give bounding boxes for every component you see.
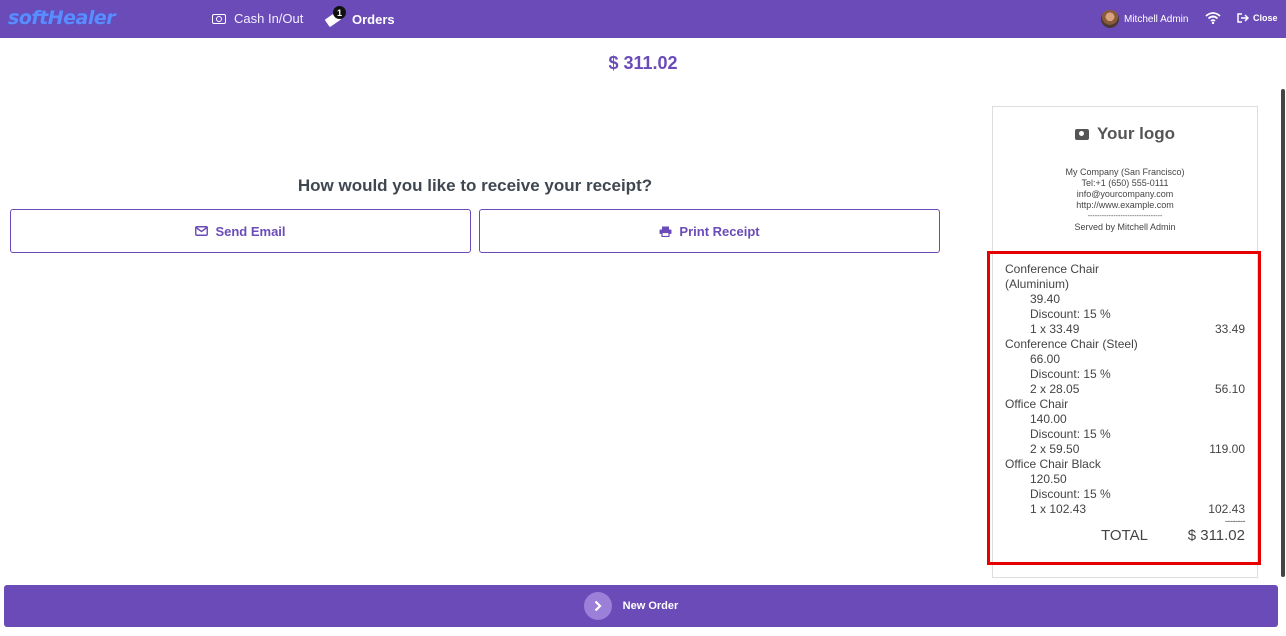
close-label: Close xyxy=(1253,13,1278,23)
receipt-question: How would you like to receive your recei… xyxy=(297,176,653,195)
orders-label: Orders xyxy=(352,11,395,27)
send-email-label: Send Email xyxy=(215,223,286,239)
user-name: Mitchell Admin xyxy=(1124,13,1189,25)
camera-icon xyxy=(1074,128,1089,140)
company-name: My Company (San Francisco) xyxy=(1065,167,1185,177)
sign-out-icon xyxy=(1237,13,1249,23)
company-phone: Tel:+1 (650) 555-0111 xyxy=(1081,178,1169,188)
brand-logo: softHealer xyxy=(8,7,116,29)
payment-amount: $ 311.02 xyxy=(608,53,678,73)
orders-button[interactable]: 1 Orders xyxy=(324,6,395,28)
cash-in-out-label: Cash In/Out xyxy=(234,11,304,26)
company-separator: -------------------------------- xyxy=(1087,213,1163,220)
highlight-box xyxy=(987,251,1261,565)
close-button[interactable]: Close xyxy=(1237,13,1278,23)
company-website: http://www.example.com xyxy=(1076,200,1174,210)
wifi-icon xyxy=(1205,12,1221,24)
logo-text: Your logo xyxy=(1096,124,1176,143)
scrollbar[interactable] xyxy=(1281,89,1285,577)
user-menu[interactable]: Mitchell Admin xyxy=(1101,10,1188,28)
avatar xyxy=(1101,10,1119,28)
printer-icon xyxy=(659,226,672,237)
company-email: info@yourcompany.com xyxy=(1076,189,1174,199)
send-email-button[interactable]: Send Email xyxy=(10,209,471,253)
receipt-logo: Your logo xyxy=(993,124,1257,144)
print-receipt-button[interactable]: Print Receipt xyxy=(479,209,940,253)
money-icon xyxy=(212,13,226,24)
company-info: My Company (San Francisco) Tel:+1 (650) … xyxy=(993,167,1257,233)
chevron-right-icon xyxy=(583,592,612,620)
envelope-icon xyxy=(195,226,209,236)
new-order-label: New Order xyxy=(622,600,679,612)
print-receipt-label: Print Receipt xyxy=(679,223,760,239)
top-bar: softHealer Cash In/Out 1 Orders Mitchell… xyxy=(0,0,1286,38)
orders-count-badge: 1 xyxy=(333,6,346,19)
served-by: Served by Mitchell Admin xyxy=(1074,222,1176,232)
new-order-button[interactable]: New Order xyxy=(4,585,1278,627)
cash-in-out-button[interactable]: Cash In/Out xyxy=(212,11,303,26)
